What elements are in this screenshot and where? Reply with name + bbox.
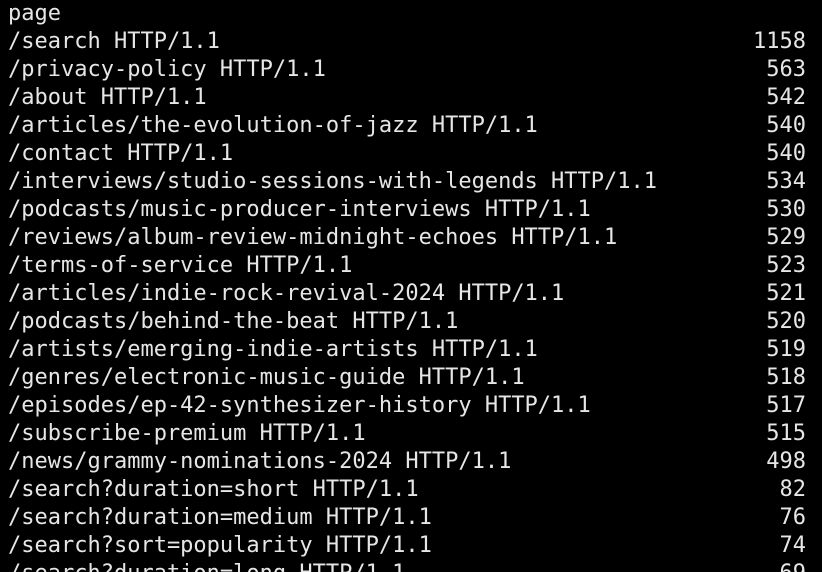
row-count: 540 bbox=[766, 113, 806, 138]
output-row: /search?duration=short HTTP/1.1 82 bbox=[8, 476, 806, 504]
row-count: 515 bbox=[766, 421, 806, 446]
column-header: page bbox=[8, 0, 806, 28]
terminal-output: page /search HTTP/1.1 1158 /privacy-polic… bbox=[8, 0, 806, 572]
row-page: /articles/the-evolution-of-jazz HTTP/1.1 bbox=[8, 113, 538, 138]
row-count: 520 bbox=[766, 309, 806, 334]
output-row: /articles/indie-rock-revival-2024 HTTP/1… bbox=[8, 280, 806, 308]
row-page: /privacy-policy HTTP/1.1 bbox=[8, 57, 326, 82]
output-row: /contact HTTP/1.1 540 bbox=[8, 140, 806, 168]
output-row: /terms-of-service HTTP/1.1 523 bbox=[8, 252, 806, 280]
row-count: 540 bbox=[766, 141, 806, 166]
row-page: /podcasts/music-producer-interviews HTTP… bbox=[8, 197, 591, 222]
output-row: /search?duration=long HTTP/1.1 69 bbox=[8, 560, 806, 572]
row-count: 1158 bbox=[753, 29, 806, 54]
output-row: /search?duration=medium HTTP/1.1 76 bbox=[8, 504, 806, 532]
row-count: 529 bbox=[766, 225, 806, 250]
row-page: /about HTTP/1.1 bbox=[8, 85, 207, 110]
row-page: /search?duration=short HTTP/1.1 bbox=[8, 477, 419, 502]
row-count: 521 bbox=[766, 281, 806, 306]
row-count: 542 bbox=[766, 85, 806, 110]
terminal-window[interactable]: page /search HTTP/1.1 1158 /privacy-polic… bbox=[0, 0, 822, 572]
output-row: /podcasts/behind-the-beat HTTP/1.1 520 bbox=[8, 308, 806, 336]
row-page: /news/grammy-nominations-2024 HTTP/1.1 bbox=[8, 449, 512, 474]
row-page: /contact HTTP/1.1 bbox=[8, 141, 234, 166]
output-row: /articles/the-evolution-of-jazz HTTP/1.1… bbox=[8, 112, 806, 140]
output-row: /privacy-policy HTTP/1.1 563 bbox=[8, 56, 806, 84]
row-page: /terms-of-service HTTP/1.1 bbox=[8, 253, 353, 278]
row-page: /reviews/album-review-midnight-echoes HT… bbox=[8, 225, 618, 250]
row-page: /artists/emerging-indie-artists HTTP/1.1 bbox=[8, 337, 538, 362]
row-page: /search?duration=medium HTTP/1.1 bbox=[8, 505, 432, 530]
row-count: 69 bbox=[780, 560, 807, 572]
row-page: /podcasts/behind-the-beat HTTP/1.1 bbox=[8, 309, 459, 334]
row-count: 523 bbox=[766, 253, 806, 278]
output-row: /genres/electronic-music-guide HTTP/1.1 5… bbox=[8, 364, 806, 392]
column-header-page: page bbox=[8, 1, 61, 26]
output-row: /subscribe-premium HTTP/1.1 515 bbox=[8, 420, 806, 448]
row-count: 517 bbox=[766, 393, 806, 418]
row-page: /search?sort=popularity HTTP/1.1 bbox=[8, 533, 432, 558]
row-page: /interviews/studio-sessions-with-legends… bbox=[8, 169, 658, 194]
row-count: 563 bbox=[766, 57, 806, 82]
row-page: /search?duration=long HTTP/1.1 bbox=[8, 560, 405, 572]
output-row: /interviews/studio-sessions-with-legends… bbox=[8, 168, 806, 196]
output-row: /podcasts/music-producer-interviews HTTP… bbox=[8, 196, 806, 224]
output-row: /search?sort=popularity HTTP/1.1 74 bbox=[8, 532, 806, 560]
output-row: /reviews/album-review-midnight-echoes HT… bbox=[8, 224, 806, 252]
output-row: /about HTTP/1.1 542 bbox=[8, 84, 806, 112]
row-page: /subscribe-premium HTTP/1.1 bbox=[8, 421, 366, 446]
row-count: 82 bbox=[779, 477, 807, 502]
output-row: /search HTTP/1.1 1158 bbox=[8, 28, 806, 56]
row-count: 498 bbox=[766, 449, 806, 474]
output-row: /news/grammy-nominations-2024 HTTP/1.1 49… bbox=[8, 448, 806, 476]
row-page: /genres/electronic-music-guide HTTP/1.1 bbox=[8, 365, 525, 390]
row-count: 519 bbox=[766, 337, 806, 362]
row-page: /search HTTP/1.1 bbox=[8, 29, 220, 54]
output-row: /artists/emerging-indie-artists HTTP/1.1… bbox=[8, 336, 806, 364]
row-count: 74 bbox=[779, 533, 807, 558]
row-count: 530 bbox=[766, 197, 806, 222]
row-page: /episodes/ep-42-synthesizer-history HTTP… bbox=[8, 393, 591, 418]
output-row: /episodes/ep-42-synthesizer-history HTTP… bbox=[8, 392, 806, 420]
row-page: /articles/indie-rock-revival-2024 HTTP/1… bbox=[8, 281, 565, 306]
row-count: 518 bbox=[766, 365, 806, 390]
row-count: 76 bbox=[779, 505, 807, 530]
row-count: 534 bbox=[766, 169, 806, 194]
